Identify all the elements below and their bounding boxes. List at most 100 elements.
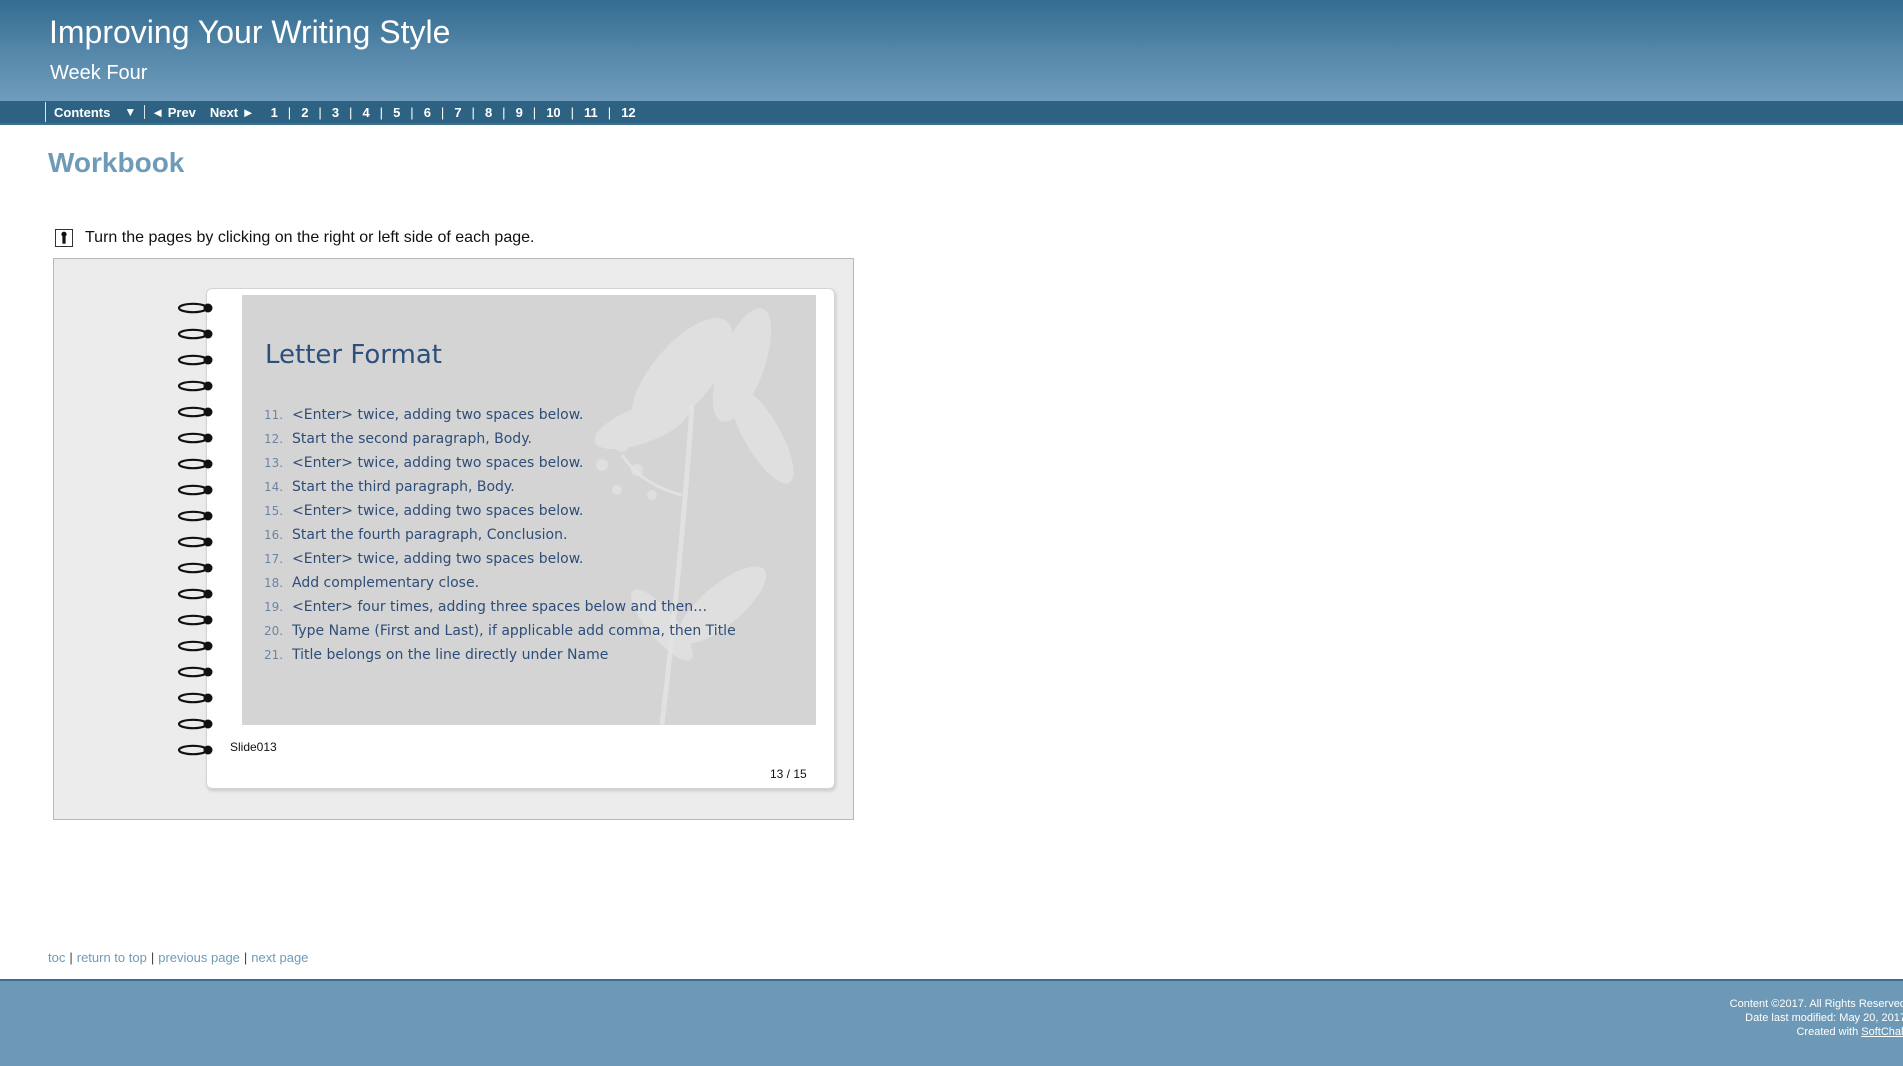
instruction-row: Turn the pages by clicking on the right … — [55, 229, 534, 247]
list-item-text: <Enter> twice, adding two spaces below. — [292, 407, 584, 423]
slide-list: 11. <Enter> twice, adding two spaces belo… — [264, 403, 736, 667]
spiral-ring-icon — [176, 717, 222, 731]
next-button[interactable]: Next ► — [210, 105, 255, 120]
slide-list-item: 18. Add complementary close. — [264, 571, 736, 595]
list-item-text: Type Name (First and Last), if applicabl… — [292, 623, 736, 639]
spiral-ring-icon — [176, 743, 222, 757]
list-item-number: 13. — [264, 456, 284, 470]
page-link-6[interactable]: 6 — [420, 105, 435, 120]
list-item-text: <Enter> twice, adding two spaces below. — [292, 455, 584, 471]
list-item-number: 12. — [264, 432, 284, 446]
copyright-text: Content ©2017. All Rights Reserved. — [1729, 998, 1903, 1010]
contents-dropdown[interactable]: Contents ▼ — [45, 102, 144, 122]
slide-list-item: 12. Start the second paragraph, Body. — [264, 427, 736, 451]
page-separator: | — [570, 104, 575, 120]
spiral-ring-icon — [176, 691, 222, 705]
nav-divider — [144, 105, 146, 119]
slide-title: Letter Format — [265, 340, 442, 370]
list-item-text: <Enter> twice, adding two spaces below. — [292, 551, 584, 567]
page-link-3[interactable]: 3 — [328, 105, 343, 120]
list-item-number: 15. — [264, 504, 284, 518]
spiral-ring-icon — [176, 301, 222, 315]
page-separator: | — [440, 104, 445, 120]
spiral-ring-icon — [176, 483, 222, 497]
next-page-link[interactable]: next page — [251, 950, 308, 965]
slide-list-item: 19. <Enter> four times, adding three spac… — [264, 595, 736, 619]
page-separator: | — [607, 104, 612, 120]
page-link-5[interactable]: 5 — [389, 105, 404, 120]
link-separator: | — [243, 950, 248, 965]
chevron-down-icon: ▼ — [124, 105, 137, 119]
spiral-ring-icon — [176, 587, 222, 601]
spiral-ring-icon — [176, 431, 222, 445]
nav-inner: Contents ▼ ◄ Prev Next ► 1 | 2 | 3 | 4 | 5 | 6 | 7 | 8… — [45, 101, 640, 123]
site-title: Improving Your Writing Style — [49, 14, 451, 50]
page-header: Improving Your Writing Style Week Four — [0, 0, 1903, 101]
page-link-11[interactable]: 11 — [580, 105, 602, 120]
prev-button[interactable]: ◄ Prev — [151, 105, 196, 120]
slide-image: Letter Format 11. <Enter> twice, adding t… — [242, 295, 816, 725]
site-subtitle: Week Four — [50, 62, 148, 84]
list-item-text: Start the second paragraph, Body. — [292, 431, 532, 447]
slide-list-item: 21. Title belongs on the line directly un… — [264, 643, 736, 667]
created-with-line: Created with SoftChalk — [1730, 1025, 1903, 1039]
spiral-ring-icon — [176, 509, 222, 523]
page-link-12[interactable]: 12 — [617, 105, 639, 120]
page-title: Workbook — [48, 147, 185, 178]
list-item-text: <Enter> four times, adding three spaces … — [292, 599, 708, 615]
toc-link[interactable]: toc — [48, 950, 65, 965]
link-separator: | — [150, 950, 155, 965]
page-separator: | — [471, 104, 475, 120]
list-item-text: Start the third paragraph, Body. — [292, 479, 515, 495]
spiral-ring-icon — [176, 353, 222, 367]
link-separator: | — [69, 950, 73, 965]
slide-list-item: 16. Start the fourth paragraph, Conclusio… — [264, 523, 736, 547]
slide-list-item: 13. <Enter> twice, adding two spaces belo… — [264, 451, 736, 475]
slide-list-item: 11. <Enter> twice, adding two spaces belo… — [264, 403, 736, 427]
slide-list-item: 14. Start the third paragraph, Body. — [264, 475, 736, 499]
page-link-4[interactable]: 4 — [358, 105, 373, 120]
page-counter: 13 / 15 — [770, 767, 807, 781]
last-modified-text: Date last modified: May 20, 2017. — [1745, 1012, 1903, 1024]
page-links: 1 | 2 | 3 | 4 | 5 | 6 | 7 | 8 | 9 | 10 | 11 | 12 — [267, 105, 640, 120]
page-separator: | — [532, 104, 537, 120]
footer-links: toc | return to top | previous page | next pag… — [48, 950, 308, 965]
footer-text: Content ©2017. All Rights Reserved. Date… — [1730, 997, 1903, 1039]
slide-caption: Slide013 — [230, 740, 277, 754]
list-item-text: Add complementary close. — [292, 575, 480, 591]
return-to-top-link[interactable]: return to top — [77, 950, 147, 965]
created-with-text: Created with — [1796, 1026, 1862, 1038]
page-footer: Content ©2017. All Rights Reserved. Date… — [0, 979, 1903, 1066]
slide-list-item: 15. <Enter> twice, adding two spaces belo… — [264, 499, 736, 523]
spiral-ring-icon — [176, 327, 222, 341]
info-icon — [55, 229, 73, 247]
page-link-9[interactable]: 9 — [512, 105, 527, 120]
previous-page-link[interactable]: previous page — [158, 950, 240, 965]
instruction-text: Turn the pages by clicking on the right … — [85, 229, 535, 246]
page-separator: | — [287, 104, 292, 120]
page-separator: | — [410, 104, 414, 120]
contents-label: Contents — [54, 104, 111, 120]
softchalk-link[interactable]: SoftChalk — [1861, 1026, 1903, 1038]
page-link-2[interactable]: 2 — [297, 105, 312, 120]
page-link-8[interactable]: 8 — [481, 105, 496, 120]
slide-list-item: 17. <Enter> twice, adding two spaces belo… — [264, 547, 736, 571]
page-link-10[interactable]: 10 — [542, 105, 564, 120]
flipbook-viewer: Letter Format 11. <Enter> twice, adding t… — [53, 258, 854, 820]
list-item-number: 20. — [264, 624, 284, 638]
navigation-bar: Contents ▼ ◄ Prev Next ► 1 | 2 | 3 | 4 | 5 | 6 | 7 | 8… — [0, 101, 1903, 125]
list-item-number: 17. — [264, 552, 284, 566]
list-item-text: Start the fourth paragraph, Conclusion. — [292, 527, 568, 543]
page-separator: | — [349, 104, 353, 120]
slide-list-item: 20. Type Name (First and Last), if applic… — [264, 619, 736, 643]
list-item-number: 18. — [264, 576, 284, 590]
spiral-ring-icon — [176, 535, 222, 549]
spiral-ring-icon — [176, 405, 222, 419]
page-separator: | — [318, 104, 322, 120]
spiral-ring-icon — [176, 639, 222, 653]
info-icon-glyph — [61, 231, 67, 244]
page-link-1[interactable]: 1 — [267, 105, 282, 120]
page-link-7[interactable]: 7 — [450, 105, 465, 120]
list-item-text: Title belongs on the line directly under… — [292, 647, 609, 663]
list-item-number: 16. — [264, 528, 284, 542]
